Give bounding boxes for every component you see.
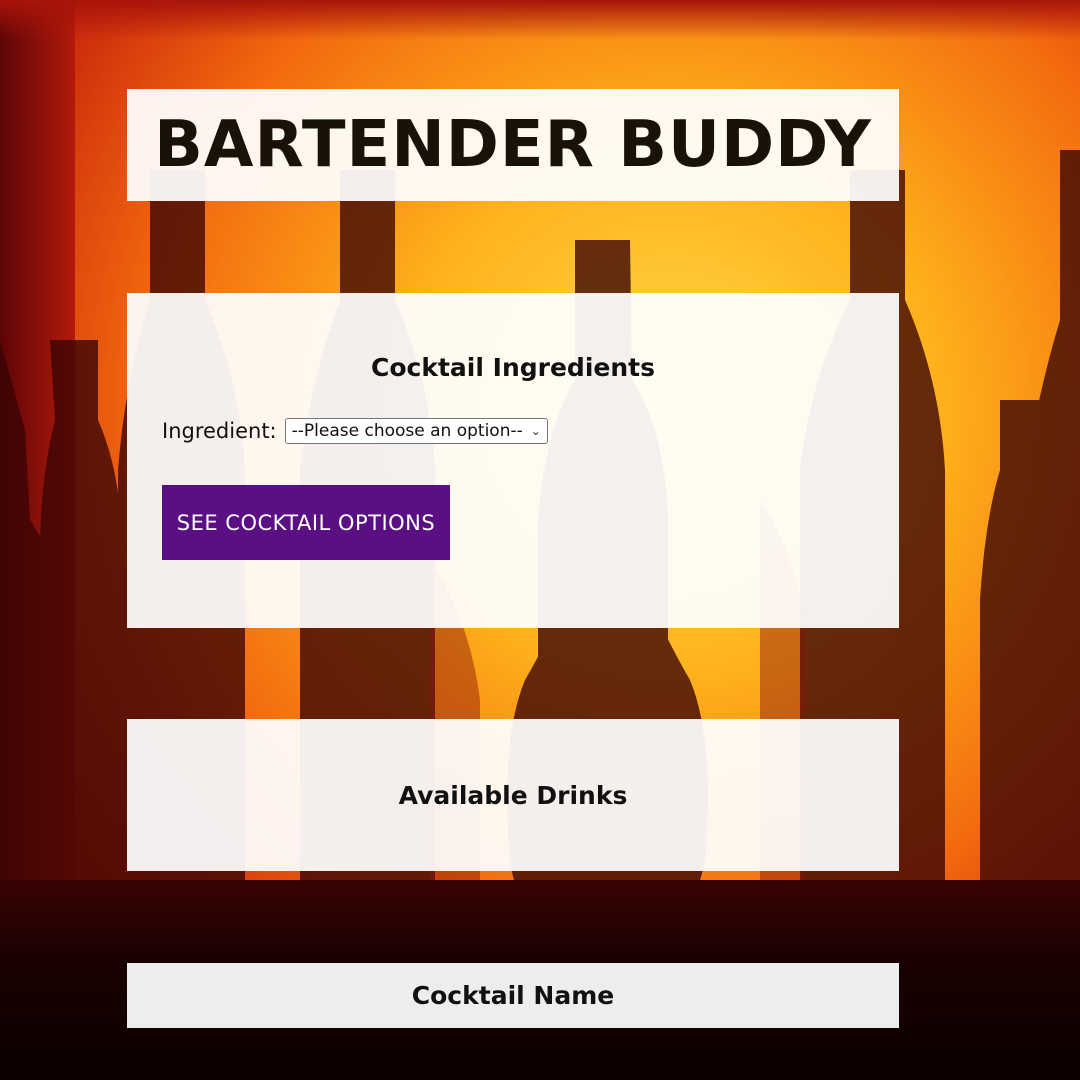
ingredients-panel: Cocktail Ingredients Ingredient: --Pleas… [127,293,899,628]
ingredient-select-value: --Please choose an option-- [291,421,523,441]
ingredient-row: Ingredient: --Please choose an option-- … [162,418,548,444]
ingredient-select[interactable]: --Please choose an option-- ⌄ [284,418,548,444]
ingredients-heading: Cocktail Ingredients [371,353,655,382]
available-drinks-panel: Available Drinks [127,719,899,871]
available-drinks-heading: Available Drinks [398,781,628,810]
app-title: BARTENDER BUDDY [154,108,872,182]
cocktail-name-heading: Cocktail Name [411,981,615,1010]
see-cocktail-options-button[interactable]: SEE COCKTAIL OPTIONS [162,485,450,560]
header-panel: BARTENDER BUDDY [127,89,899,201]
ingredient-label: Ingredient: [162,419,277,443]
cocktail-name-panel: Cocktail Name [127,963,899,1028]
chevron-down-icon: ⌄ [530,424,541,438]
